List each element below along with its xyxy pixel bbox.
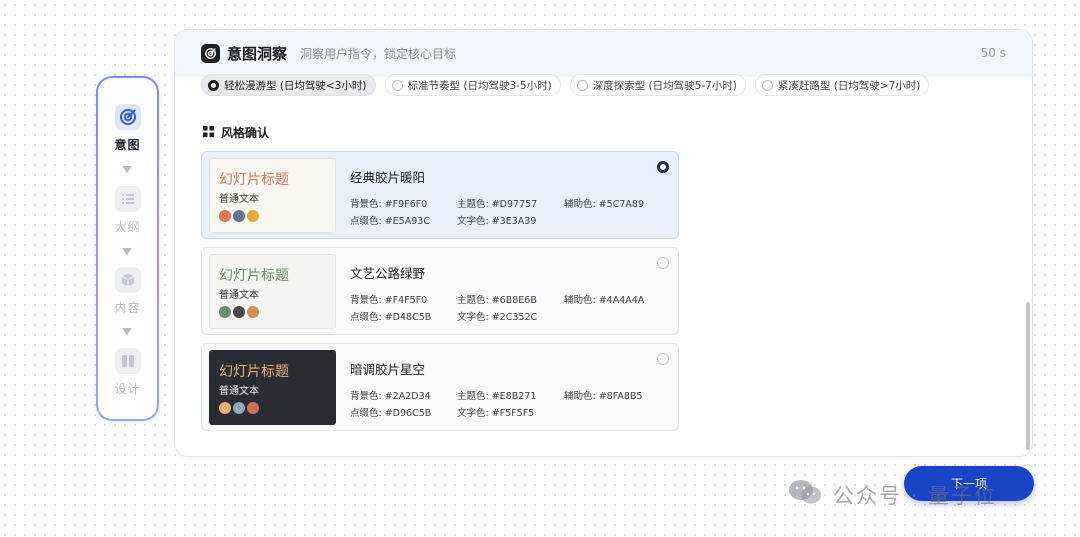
intent-panel: 意图洞察 洞察用户指令，锁定核心目标 50 s 轻松漫游型 (日均驾驶<3小时)… (174, 29, 1033, 457)
pace-option-label: 轻松漫游型 (日均驾驶<3小时) (224, 79, 367, 92)
radio-icon (761, 79, 773, 91)
pace-option-label: 标准节奏型 (日均驾驶3-5小时) (407, 79, 552, 92)
aux-color-value: 辅助色: #4A4A4A (564, 295, 645, 306)
style-card[interactable]: 幻灯片标题 普通文本 暗调胶片星空 背景色: #2A2D34 主题色: #E8B… (201, 343, 679, 431)
step-label: 意图 (114, 138, 141, 152)
wechat-icon (787, 478, 823, 511)
step-rail: 意图 大纲 内容 设计 (96, 76, 159, 421)
aux-color-value: 辅助色: #5C7A89 (564, 199, 644, 210)
chevron-down-icon (122, 166, 132, 173)
panel-header: 意图洞察 洞察用户指令，锁定核心目标 50 s (175, 30, 1032, 77)
outline-list-icon (114, 186, 141, 212)
target-icon (114, 104, 141, 130)
text-color-value: 文字色: #3E3A39 (457, 216, 537, 227)
style-card[interactable]: 幻灯片标题 普通文本 文艺公路绿野 背景色: #F4F5F0 主题色: #6B8… (201, 247, 679, 335)
style-name: 经典胶片暖阳 (350, 170, 426, 185)
bg-color-value: 背景色: #F9F6F0 (350, 199, 428, 210)
style-name: 文艺公路绿野 (350, 266, 426, 281)
chevron-down-icon (122, 328, 132, 335)
pace-option-label: 深度探索型 (日均驾驶5-7小时) (592, 79, 737, 92)
pace-option[interactable]: 深度探索型 (日均驾驶5-7小时) (569, 74, 746, 96)
radio-selected-icon (208, 79, 219, 91)
color-swatch (233, 210, 245, 222)
step-content[interactable]: 内容 (98, 267, 157, 316)
radio-icon[interactable] (657, 353, 669, 365)
style-preview: 幻灯片标题 普通文本 (209, 254, 336, 329)
main-color-value: 主题色: #E8B271 (457, 391, 537, 402)
color-swatches (219, 306, 259, 318)
step-label: 内容 (114, 301, 141, 315)
page-subtitle: 洞察用户指令，锁定核心目标 (300, 47, 457, 61)
color-swatch (233, 306, 245, 318)
main-color-value: 主题色: #D97757 (457, 199, 538, 210)
color-swatch (247, 210, 259, 222)
scrollbar[interactable] (1026, 302, 1030, 450)
pace-option[interactable]: 紧凑赶路型 (日均驾驶>7小时) (754, 74, 930, 96)
step-intent[interactable]: 意图 (98, 104, 157, 153)
color-swatch (219, 210, 231, 222)
section-title-text: 风格确认 (221, 126, 270, 140)
main-color-value: 主题色: #6B8E6B (457, 295, 537, 306)
accent-color-value: 点缀色: #D48C5B (350, 312, 432, 323)
step-outline[interactable]: 大纲 (98, 186, 157, 235)
text-color-value: 文字色: #2C352C (457, 312, 538, 323)
page-title: 意图洞察 (227, 45, 288, 63)
timer-label: 50 s (980, 46, 1006, 60)
bg-color-value: 背景色: #F4F5F0 (350, 295, 428, 306)
pace-option[interactable]: 标准节奏型 (日均驾驶3-5小时) (384, 74, 561, 96)
accent-color-value: 点缀色: #D96C5B (350, 408, 432, 419)
cube-icon (114, 267, 141, 293)
color-swatch (219, 402, 231, 414)
color-swatches (219, 210, 259, 222)
radio-icon (576, 79, 588, 91)
pace-options: 轻松漫游型 (日均驾驶<3小时) 标准节奏型 (日均驾驶3-5小时) 深度探索型… (201, 74, 930, 96)
preview-title: 幻灯片标题 (219, 172, 289, 188)
preview-title: 幻灯片标题 (219, 268, 289, 284)
style-section-title: 风格确认 (203, 124, 269, 141)
radio-icon (391, 79, 403, 91)
watermark: 公众号 · 量子位 (787, 478, 997, 511)
preview-body: 普通文本 (219, 194, 259, 205)
preview-body: 普通文本 (219, 290, 259, 301)
color-swatch (247, 402, 259, 414)
bg-color-value: 背景色: #2A2D34 (350, 391, 431, 402)
watermark-text: 公众号 · 量子位 (833, 483, 998, 508)
style-name: 暗调胶片星空 (350, 362, 426, 377)
radio-icon[interactable] (657, 257, 669, 269)
style-card[interactable]: 幻灯片标题 普通文本 经典胶片暖阳 背景色: #F9F6F0 主题色: #D97… (201, 151, 679, 239)
chevron-down-icon (122, 248, 132, 255)
grid-squares-icon (203, 125, 214, 140)
step-design[interactable]: 设计 (98, 348, 157, 397)
color-swatches (219, 402, 259, 414)
aux-color-value: 辅助色: #8FA8B5 (564, 391, 643, 402)
text-color-value: 文字色: #F5F5F5 (457, 408, 535, 419)
step-label: 大纲 (114, 220, 141, 234)
radio-selected-icon[interactable] (657, 161, 669, 173)
design-book-icon (114, 348, 141, 374)
preview-title: 幻灯片标题 (219, 364, 289, 380)
pace-option-label: 紧凑赶路型 (日均驾驶>7小时) (777, 79, 921, 92)
preview-body: 普通文本 (219, 386, 259, 397)
target-icon (201, 44, 220, 63)
step-label: 设计 (114, 382, 141, 396)
accent-color-value: 点缀色: #E5A93C (350, 216, 430, 227)
style-preview: 幻灯片标题 普通文本 (209, 350, 336, 425)
color-swatch (247, 306, 259, 318)
pace-option[interactable]: 轻松漫游型 (日均驾驶<3小时) (201, 74, 376, 96)
color-swatch (219, 306, 231, 318)
style-preview: 幻灯片标题 普通文本 (209, 158, 336, 233)
color-swatch (233, 402, 245, 414)
